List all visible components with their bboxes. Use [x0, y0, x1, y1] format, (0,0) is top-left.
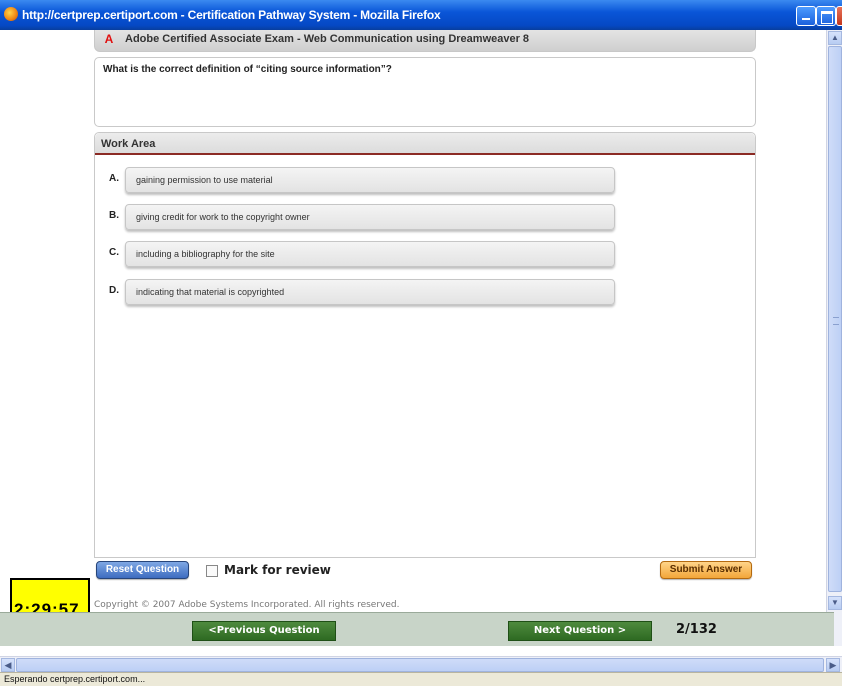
answer-option-c[interactable]: C. including a bibliography for the site: [109, 241, 615, 267]
option-letter: A.: [109, 173, 119, 184]
submit-answer-button[interactable]: Submit Answer: [660, 561, 752, 579]
question-box: What is the correct definition of “citin…: [94, 57, 756, 127]
scroll-right-icon[interactable]: ▶: [826, 658, 840, 672]
option-button[interactable]: gaining permission to use material: [125, 167, 615, 193]
adobe-icon: A: [104, 32, 114, 46]
status-bar: Esperando certprep.certiport.com...: [0, 672, 842, 686]
option-text: indicating that material is copyrighted: [136, 287, 285, 297]
vertical-scroll-thumb[interactable]: [828, 46, 842, 592]
reset-question-button[interactable]: Reset Question: [96, 561, 189, 579]
answer-option-d[interactable]: D. indicating that material is copyright…: [109, 279, 615, 305]
previous-question-button[interactable]: <Previous Question: [192, 621, 336, 641]
maximize-button[interactable]: [816, 6, 836, 26]
action-bar: Reset Question Mark for review Submit An…: [94, 558, 756, 584]
scroll-up-icon[interactable]: ▲: [828, 31, 842, 45]
horizontal-scrollbar[interactable]: ◀ ▶: [0, 656, 842, 672]
answer-option-a[interactable]: A. gaining permission to use material: [109, 167, 615, 193]
work-area: Work Area A. gaining permission to use m…: [94, 132, 756, 558]
option-letter: C.: [109, 247, 119, 258]
window-titlebar[interactable]: http://certprep.certiport.com - Certific…: [0, 0, 842, 30]
scroll-down-icon[interactable]: ▼: [828, 596, 842, 610]
work-area-title: Work Area: [101, 138, 156, 150]
status-text: Esperando certprep.certiport.com...: [4, 674, 146, 684]
horizontal-scroll-thumb[interactable]: [16, 658, 824, 672]
option-text: including a bibliography for the site: [136, 249, 275, 259]
window-title: http://certprep.certiport.com - Certific…: [22, 8, 441, 22]
mark-for-review-label[interactable]: Mark for review: [224, 563, 331, 577]
vertical-scrollbar[interactable]: ▲ ▼: [826, 30, 842, 612]
question-counter: 2/132: [676, 622, 717, 637]
option-button[interactable]: including a bibliography for the site: [125, 241, 615, 267]
answer-option-b[interactable]: B. giving credit for work to the copyrig…: [109, 204, 615, 230]
scroll-left-icon[interactable]: ◀: [1, 658, 15, 672]
option-text: gaining permission to use material: [136, 175, 273, 185]
exam-title: Adobe Certified Associate Exam - Web Com…: [125, 33, 530, 45]
work-area-header: Work Area: [95, 133, 755, 155]
exam-header: A Adobe Certified Associate Exam - Web C…: [94, 30, 756, 52]
next-question-button[interactable]: Next Question >: [508, 621, 652, 641]
question-text: What is the correct definition of “citin…: [103, 64, 392, 75]
mark-for-review-checkbox[interactable]: [206, 565, 218, 577]
navigation-bar: <Previous Question Next Question > 2/132: [0, 612, 834, 646]
exam-content: A Adobe Certified Associate Exam - Web C…: [0, 30, 826, 618]
grip-icon: [833, 317, 839, 325]
firefox-icon: [4, 7, 18, 21]
option-letter: B.: [109, 210, 119, 221]
minimize-button[interactable]: [796, 6, 816, 26]
option-text: giving credit for work to the copyright …: [136, 212, 310, 222]
option-button[interactable]: giving credit for work to the copyright …: [125, 204, 615, 230]
option-letter: D.: [109, 285, 119, 296]
option-button[interactable]: indicating that material is copyrighted: [125, 279, 615, 305]
close-button[interactable]: [836, 6, 842, 26]
copyright-text: Copyright © 2007 Adobe Systems Incorpora…: [94, 600, 400, 610]
nav-scroll-strip: [834, 612, 842, 646]
